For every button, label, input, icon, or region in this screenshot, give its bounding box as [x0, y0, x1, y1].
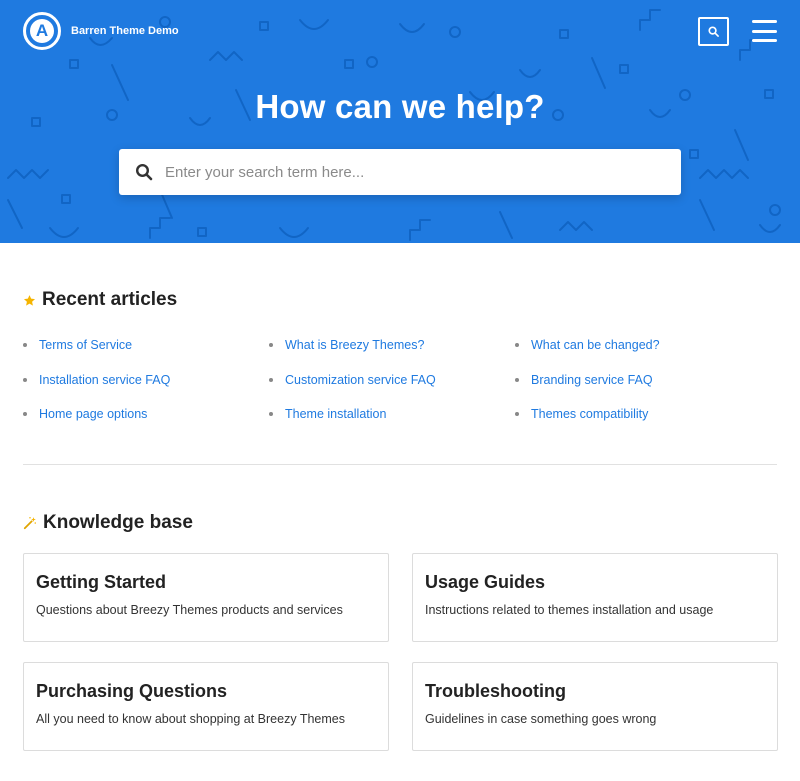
kb-category-title[interactable]: Getting Started: [36, 572, 376, 593]
hero-title: How can we help?: [255, 88, 545, 125]
kb-category-description: Guidelines in case something goes wrong: [425, 712, 657, 726]
list-item: Branding service FAQ: [515, 363, 761, 398]
kb-category-title[interactable]: Usage Guides: [425, 572, 765, 593]
bullet: [269, 377, 273, 382]
article-link[interactable]: Theme installation: [285, 407, 386, 421]
search-toggle-button[interactable]: [698, 17, 729, 46]
bullet: [269, 343, 273, 348]
hamburger-menu-icon-bar: [752, 29, 777, 33]
list-item: What can be changed?: [515, 328, 761, 363]
kb-category-card[interactable]: Troubleshooting Guidelines in case somet…: [412, 662, 778, 751]
kb-category-card[interactable]: Usage Guides Instructions related to the…: [412, 553, 778, 642]
list-item: Home page options: [23, 397, 269, 432]
star-icon: [23, 294, 36, 306]
recent-articles-header: Recent articles: [23, 289, 177, 311]
kb-category-card[interactable]: Getting Started Questions about Breezy T…: [23, 553, 389, 642]
article-link[interactable]: Customization service FAQ: [285, 373, 436, 387]
article-link[interactable]: Branding service FAQ: [531, 373, 653, 387]
hero-banner: A Barren Theme Demo How can we help?: [0, 0, 800, 243]
section-divider: [23, 464, 777, 465]
search-bar[interactable]: [119, 149, 681, 195]
search-icon: [135, 163, 153, 181]
list-item: Installation service FAQ: [23, 363, 269, 398]
bullet: [269, 412, 273, 417]
site-name[interactable]: Barren Theme Demo: [71, 25, 179, 37]
article-link[interactable]: Terms of Service: [39, 338, 132, 352]
kb-category-description: Instructions related to themes installat…: [425, 603, 714, 617]
knowledge-base-header: Knowledge base: [23, 512, 193, 534]
search-input[interactable]: [165, 163, 645, 181]
kb-category-card[interactable]: Purchasing Questions All you need to kno…: [23, 662, 389, 751]
list-item: Theme installation: [269, 397, 515, 432]
recent-articles-list: Terms of Service What is Breezy Themes? …: [23, 328, 783, 432]
list-item: Terms of Service: [23, 328, 269, 363]
kb-category-description: Questions about Breezy Themes products a…: [36, 603, 343, 617]
kb-category-title[interactable]: Purchasing Questions: [36, 681, 376, 702]
hamburger-menu-icon-bar: [752, 39, 777, 42]
hamburger-menu-icon-bar: [752, 20, 777, 23]
hamburger-menu-button[interactable]: [752, 20, 777, 42]
article-link[interactable]: Home page options: [39, 407, 147, 421]
knowledge-base-grid: Getting Started Questions about Breezy T…: [23, 553, 778, 751]
bullet: [515, 377, 519, 382]
bullet: [23, 377, 27, 382]
bullet: [515, 343, 519, 348]
bullet: [23, 343, 27, 348]
search-icon: [708, 26, 719, 37]
bullet: [23, 412, 27, 417]
recent-articles-title: Recent articles: [42, 289, 178, 310]
list-item: Themes compatibility: [515, 397, 761, 432]
list-item: What is Breezy Themes?: [269, 328, 515, 363]
site-brand[interactable]: A Barren Theme Demo: [23, 12, 179, 50]
article-link[interactable]: Themes compatibility: [531, 407, 648, 421]
logo-letter: A: [30, 19, 54, 43]
article-link[interactable]: Installation service FAQ: [39, 373, 170, 387]
list-item: Customization service FAQ: [269, 363, 515, 398]
kb-category-title[interactable]: Troubleshooting: [425, 681, 765, 702]
article-link[interactable]: What is Breezy Themes?: [285, 338, 424, 352]
article-link[interactable]: What can be changed?: [531, 338, 660, 352]
kb-category-description: All you need to know about shopping at B…: [36, 712, 345, 726]
site-logo[interactable]: A: [23, 12, 61, 50]
knowledge-base-title: Knowledge base: [43, 512, 193, 533]
bullet: [515, 412, 519, 417]
magic-wand-icon: [23, 516, 37, 530]
